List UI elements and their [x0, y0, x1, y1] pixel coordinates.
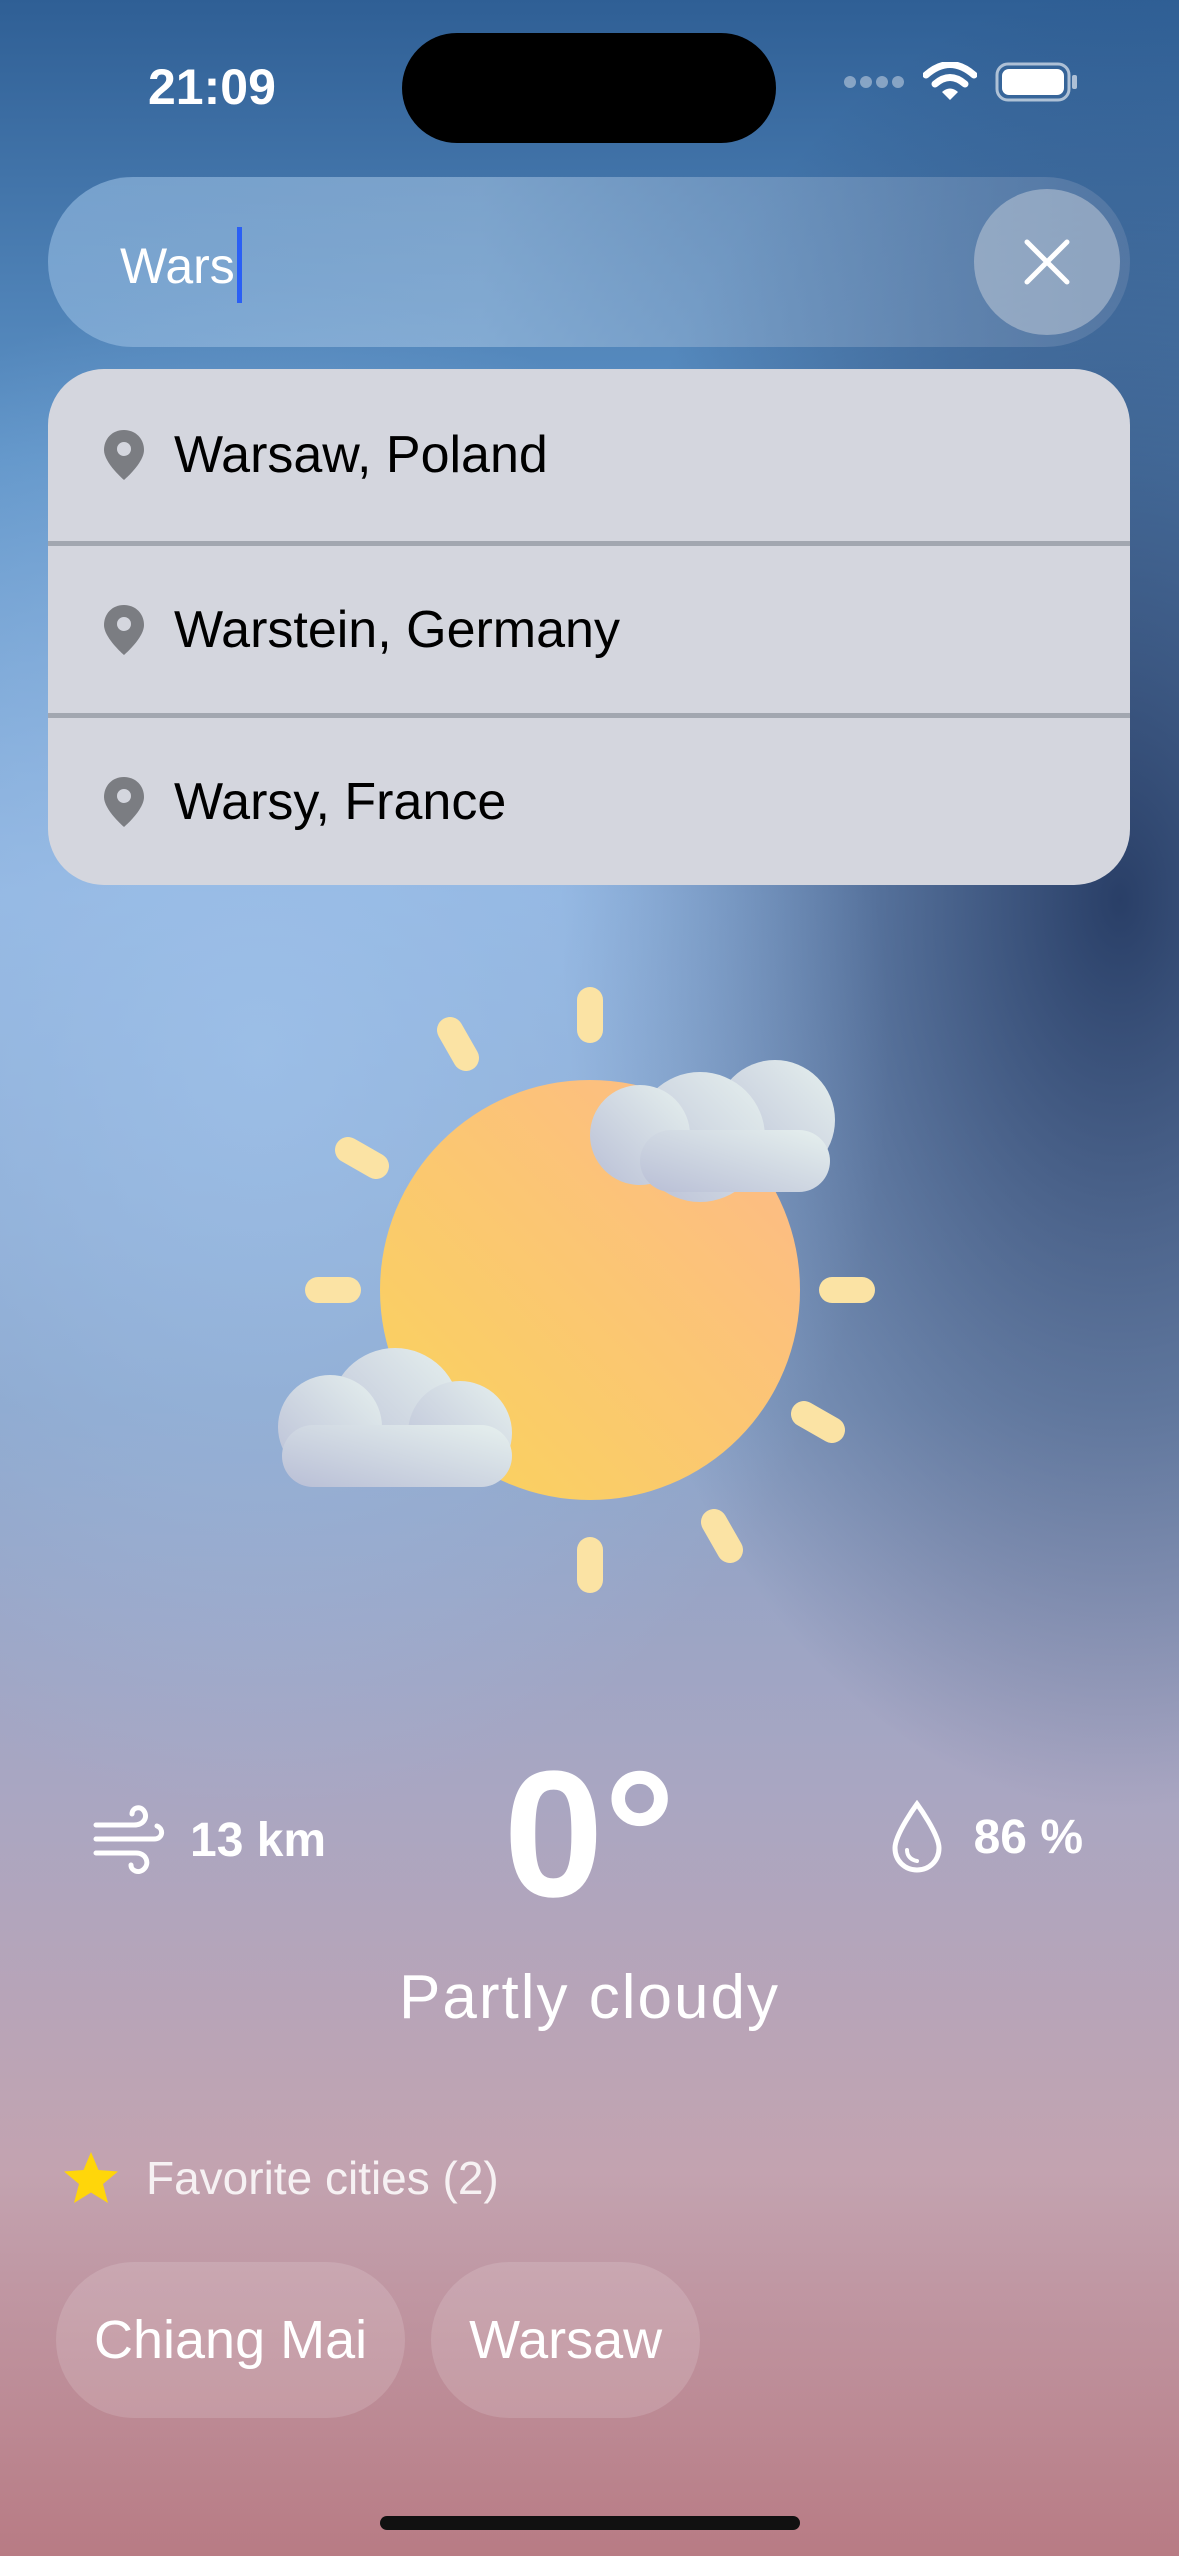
- favorites-title: Favorite cities (2): [146, 2152, 499, 2204]
- location-pin-icon: [104, 430, 144, 480]
- weather-condition: Partly cloudy: [399, 1963, 780, 2032]
- text-caret: [236, 227, 242, 303]
- home-indicator[interactable]: [380, 2516, 800, 2530]
- dynamic-island: [402, 33, 776, 143]
- search-bar[interactable]: Wars: [48, 177, 1130, 347]
- battery-icon: [995, 62, 1077, 102]
- humidity-metric: 86 %: [890, 1800, 1083, 1874]
- humidity-value: 86 %: [973, 1810, 1083, 1864]
- status-icons: [843, 62, 1079, 102]
- location-pin-icon: [104, 604, 144, 655]
- wifi-icon: [923, 62, 977, 100]
- signal-icon: [844, 76, 904, 88]
- partly-cloudy-icon: [278, 987, 875, 1593]
- drop-icon: [892, 1800, 942, 1873]
- suggestions-list: Warsaw, Poland Warstein, Germany Warsy, …: [48, 369, 1130, 885]
- search-value: Wars: [120, 238, 235, 295]
- favorites-header: Favorite cities (2): [62, 2150, 499, 2206]
- suggestion-label: Warsaw, Poland: [174, 426, 548, 484]
- suggestion-label: Warstein, Germany: [174, 600, 620, 659]
- favorite-city-chip[interactable]: Warsaw: [431, 2262, 701, 2418]
- search-input[interactable]: Wars: [120, 227, 242, 303]
- suggestion-item[interactable]: Warsy, France: [48, 713, 1130, 885]
- location-pin-icon: [104, 776, 144, 827]
- close-icon: [1024, 239, 1070, 285]
- favorite-city-chip[interactable]: Chiang Mai: [56, 2262, 406, 2418]
- clear-search-button[interactable]: [974, 189, 1120, 335]
- suggestion-label: Warsy, France: [174, 772, 507, 831]
- suggestion-item[interactable]: Warsaw, Poland: [48, 369, 1130, 541]
- star-icon: [64, 2152, 118, 2203]
- status-time: 21:09: [148, 59, 276, 115]
- favorite-cities: Chiang Mai Warsaw: [56, 2262, 701, 2418]
- suggestion-item[interactable]: Warstein, Germany: [48, 541, 1130, 713]
